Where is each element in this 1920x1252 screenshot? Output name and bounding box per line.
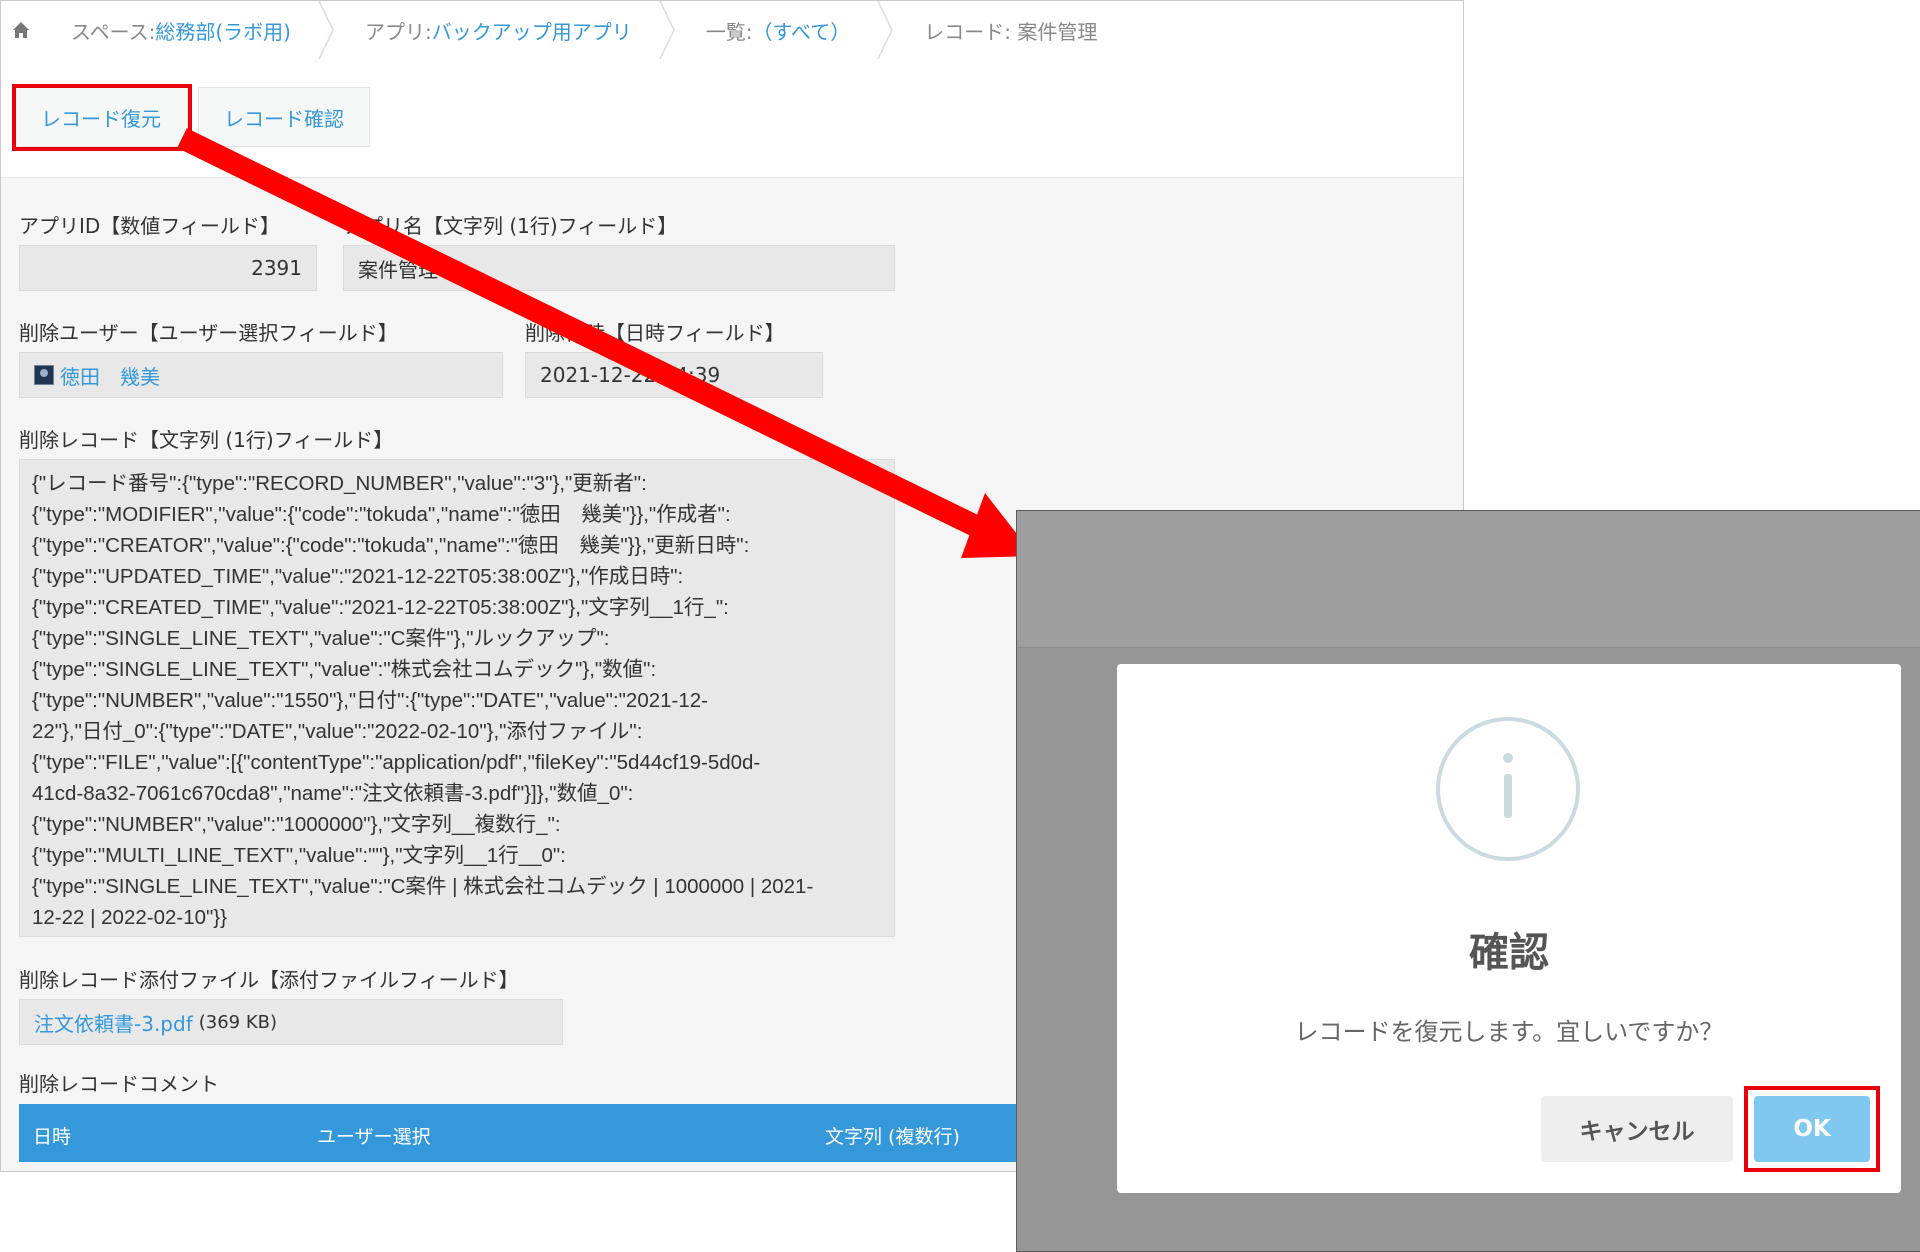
comment-column-user: ユーザー選択 <box>317 1126 431 1148</box>
attachment-label: 削除レコード添付ファイル【添付ファイルフィールド】 <box>19 968 519 992</box>
deleted-record-line: {"type":"UPDATED_TIME","value":"2021-12-… <box>32 565 684 588</box>
overlay-header-band <box>1017 511 1920 648</box>
attachment-file-size: (369 KB) <box>198 1011 278 1033</box>
deleted-record-line: {"type":"CREATOR","value":{"code":"tokud… <box>32 534 750 557</box>
breadcrumb-space-prefix: スペース: <box>71 19 156 44</box>
deleted-record-line: {"type":"CREATED_TIME","value":"2021-12-… <box>32 596 729 619</box>
breadcrumb-record-text: レコード: 案件管理 <box>924 19 1098 44</box>
breadcrumb-list[interactable]: 一覧: （すべて） <box>676 1 895 59</box>
deleted-user-label: 削除ユーザー【ユーザー選択フィールド】 <box>19 321 398 345</box>
cancel-button[interactable]: キャンセル <box>1541 1096 1733 1162</box>
app-name-field: 案件管理 <box>343 245 895 291</box>
deleted-record-line: {"type":"MODIFIER","value":{"code":"toku… <box>32 503 731 526</box>
comment-column-text: 文字列 (複数行) <box>825 1126 960 1148</box>
deleted-record-line: {"type":"SINGLE_LINE_TEXT","value":"C案件 … <box>32 875 814 898</box>
deleted-record-line: 41cd-8a32-7061c670cda8","name":"注文依頼書-3.… <box>32 782 634 805</box>
deleted-record-text: {"レコード番号":{"type":"RECORD_NUMBER","value… <box>19 459 895 937</box>
deleted-record-line: {"type":"NUMBER","value":"1550"},"日付":{"… <box>32 689 708 712</box>
deleted-record-line: {"type":"SINGLE_LINE_TEXT","value":"C案件"… <box>32 627 610 650</box>
app-name-label: アプリ名【文字列 (1行)フィールド】 <box>343 214 678 238</box>
deleted-record-label: 削除レコード【文字列 (1行)フィールド】 <box>19 428 394 452</box>
app-id-field: 2391 <box>19 245 317 291</box>
ok-button-highlight <box>1744 1086 1880 1172</box>
breadcrumb-list-prefix: 一覧: <box>705 19 753 44</box>
user-avatar-icon <box>34 365 54 385</box>
breadcrumb-app-prefix: アプリ: <box>364 19 432 44</box>
breadcrumb-separator-icon <box>877 1 894 59</box>
restore-tab-highlight <box>12 84 192 151</box>
deleted-record-line: {"レコード番号":{"type":"RECORD_NUMBER","value… <box>32 472 647 495</box>
deleted-record-line: {"type":"MULTI_LINE_TEXT","value":""},"文… <box>32 844 566 867</box>
info-circle-icon <box>1436 717 1580 861</box>
breadcrumb-app-link[interactable]: バックアップ用アプリ <box>432 16 632 45</box>
comment-label: 削除レコードコメント <box>19 1072 219 1096</box>
deleted-record-line: {"type":"SINGLE_LINE_TEXT","value":"株式会社… <box>32 658 657 681</box>
breadcrumb-list-link[interactable]: （すべて） <box>752 16 850 45</box>
dialog-title: 確認 <box>1469 930 1549 976</box>
dialog-message: レコードを復元します。宜しいですか？ <box>1294 1018 1724 1046</box>
deleted-record-line: {"type":"FILE","value":[{"contentType":"… <box>32 751 761 774</box>
dialog-overlay: 確認 レコードを復元します。宜しいですか？ キャンセル OK <box>1016 510 1920 1252</box>
breadcrumb-space[interactable]: スペース: 総務部(ラボ用) <box>41 1 335 59</box>
deleted-at-field: 2021-12-22 14:39 <box>525 352 823 398</box>
breadcrumb-separator-icon <box>318 1 334 59</box>
deleted-user-link[interactable]: 徳田 幾美 <box>60 361 160 390</box>
confirm-dialog: 確認 レコードを復元します。宜しいですか？ キャンセル OK <box>1117 664 1901 1193</box>
app-id-label: アプリID【数値フィールド】 <box>19 214 280 238</box>
breadcrumb: スペース: 総務部(ラボ用) アプリ: バックアップ用アプリ 一覧: （すべて）… <box>1 1 1463 60</box>
deleted-at-label: 削除日時【日時フィールド】 <box>525 321 785 345</box>
attachment-field: 注文依頼書-3.pdf (369 KB) <box>19 999 563 1045</box>
breadcrumb-record: レコード: 案件管理 <box>894 1 1141 59</box>
deleted-record-line: 12-22 | 2022-02-10"}} <box>32 906 227 929</box>
breadcrumb-app[interactable]: アプリ: バックアップ用アプリ <box>335 1 676 59</box>
deleted-record-line: {"type":"NUMBER","value":"1000000"},"文字列… <box>32 813 561 836</box>
comment-column-datetime: 日時 <box>33 1126 72 1148</box>
deleted-user-field: 徳田 幾美 <box>19 352 503 398</box>
record-tabs: レコード復元 レコード確認 <box>1 59 1463 178</box>
breadcrumb-space-link[interactable]: 総務部(ラボ用) <box>155 16 291 45</box>
tab-record-confirm[interactable]: レコード確認 <box>198 87 370 147</box>
deleted-record-line: 22"},"日付_0":{"type":"DATE","value":"2022… <box>32 720 643 743</box>
attachment-file-link[interactable]: 注文依頼書-3.pdf <box>34 1008 193 1037</box>
breadcrumb-separator-icon <box>659 1 675 59</box>
home-icon[interactable] <box>1 1 41 59</box>
